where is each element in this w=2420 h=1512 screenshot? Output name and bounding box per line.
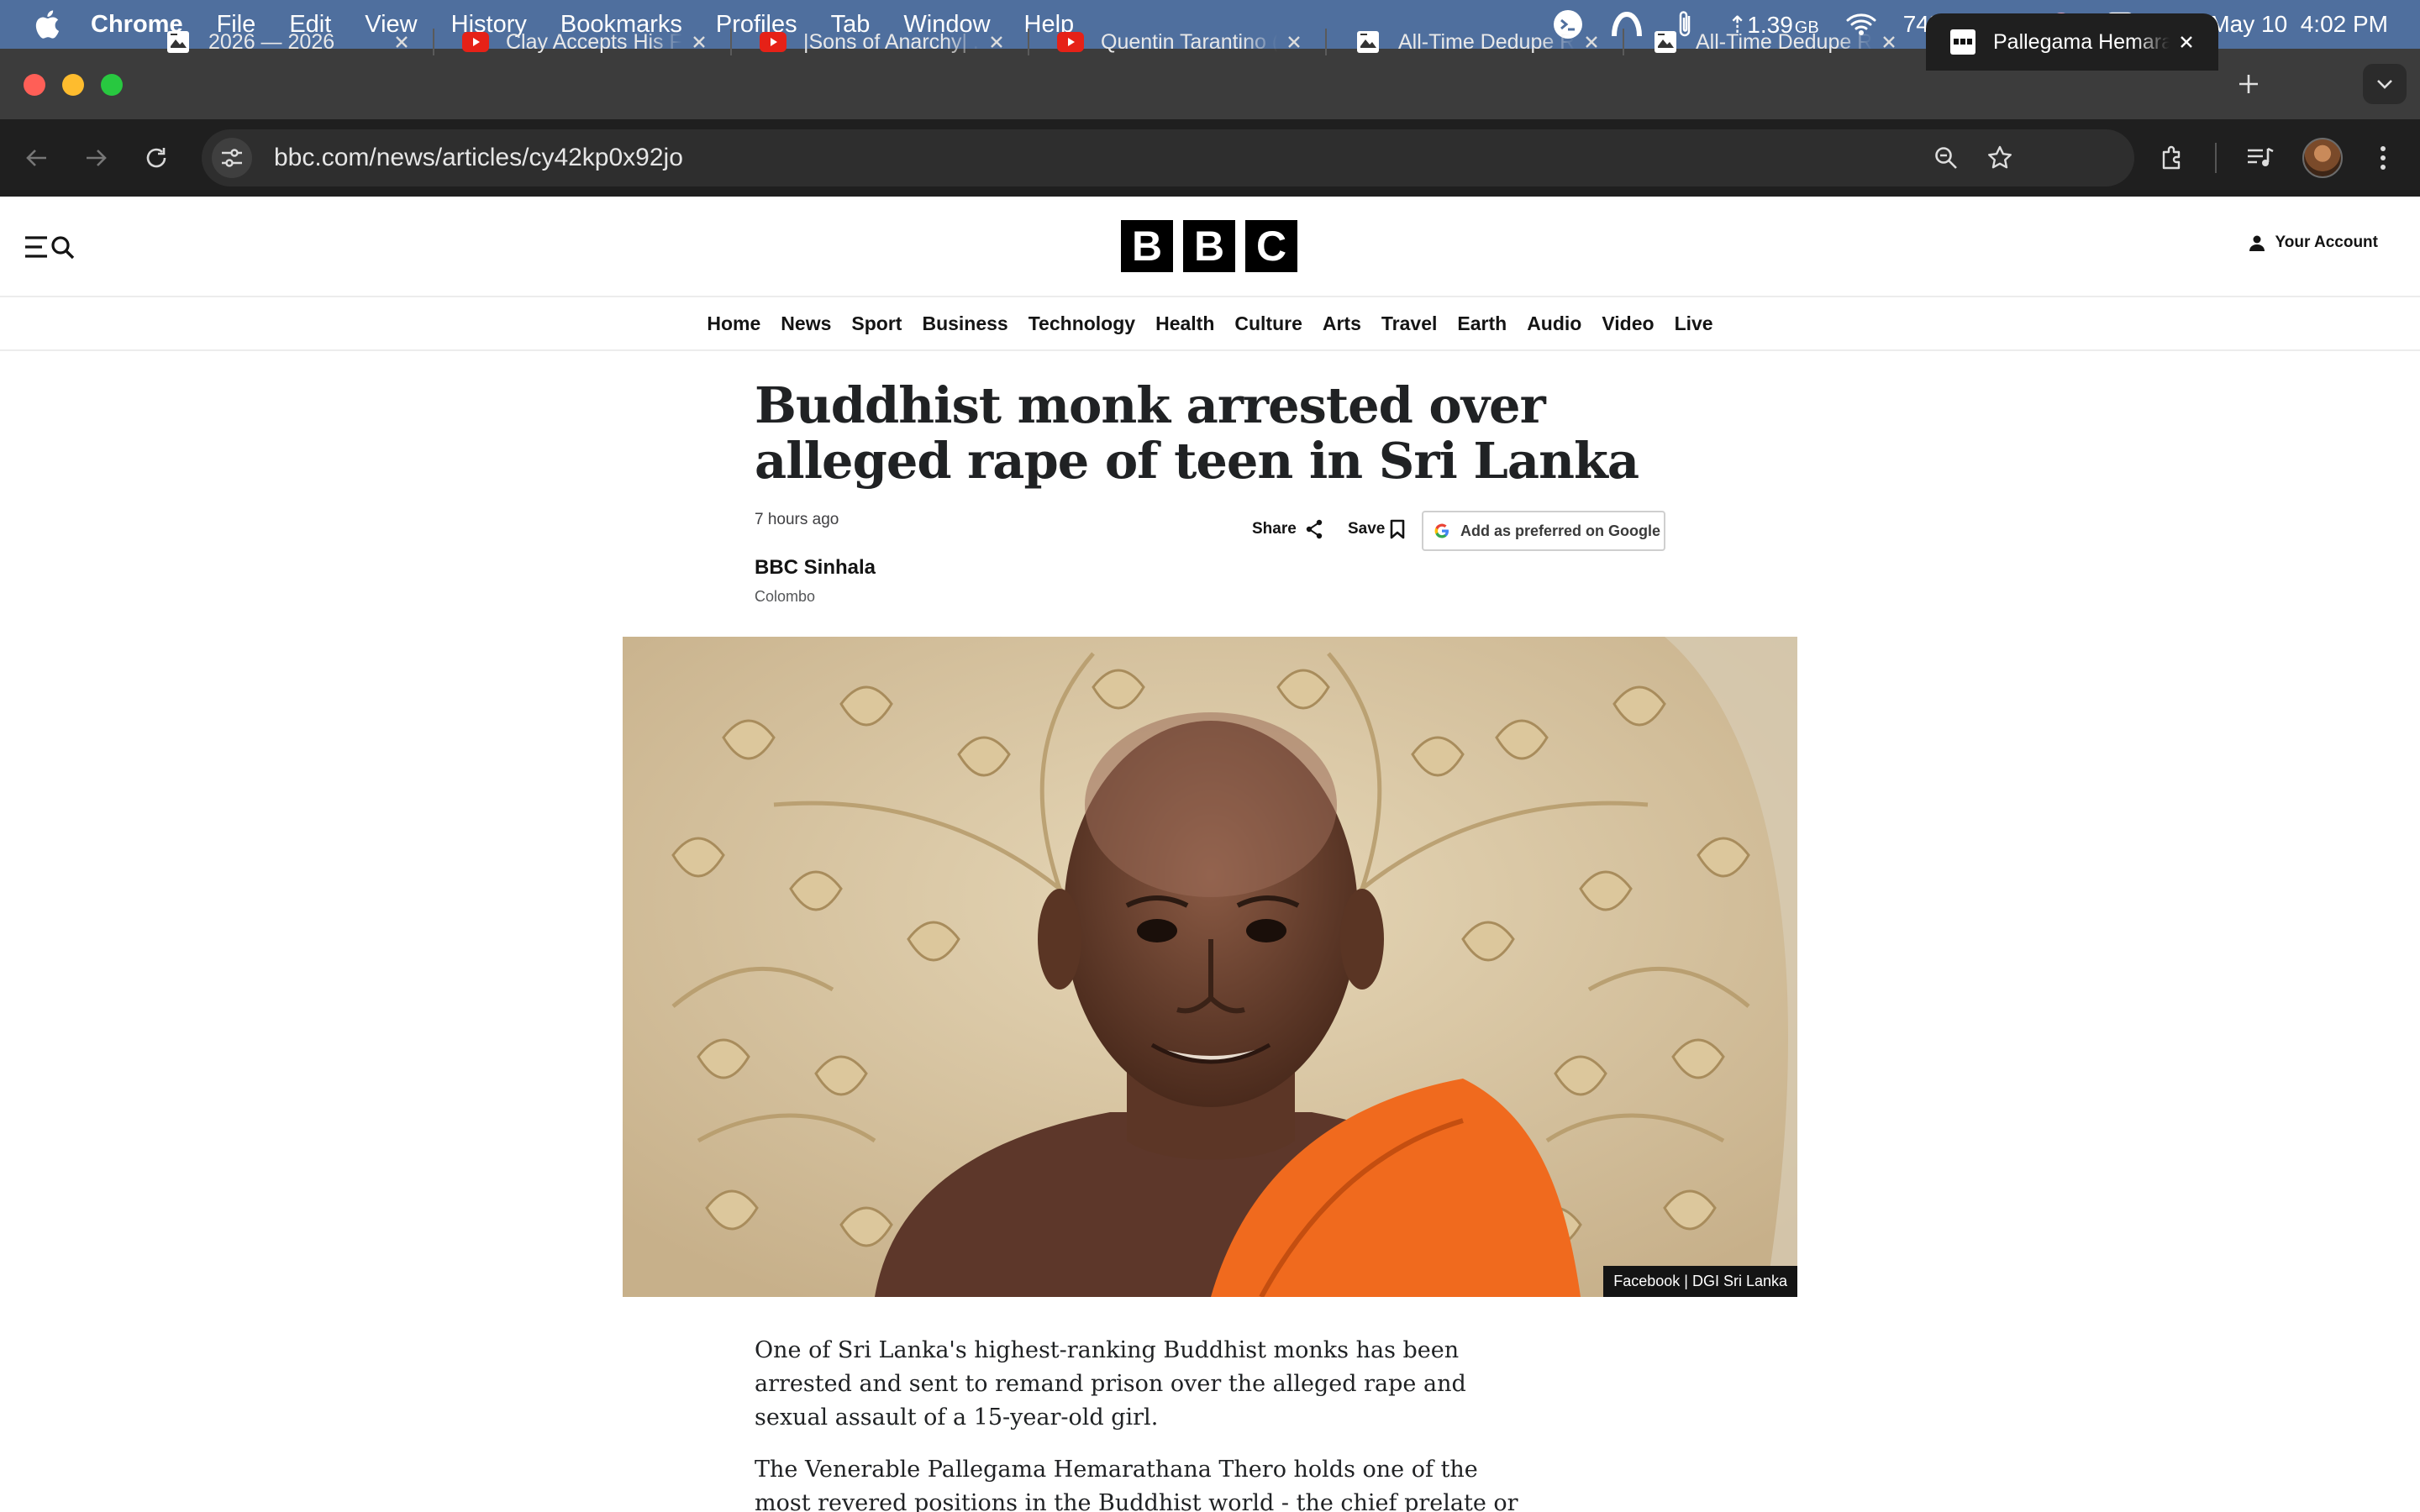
close-tab-icon[interactable] [682, 25, 716, 59]
article-paragraph: One of Sri Lanka's highest-ranking Buddh… [755, 1337, 1466, 1431]
nav-earth[interactable]: Earth [1447, 312, 1517, 335]
close-tab-icon[interactable] [1277, 25, 1311, 59]
nav-arts[interactable]: Arts [1313, 312, 1371, 335]
tab-sons-of-anarchy[interactable]: |Sons of Anarchy| . [736, 13, 1029, 71]
youtube-icon [760, 29, 786, 55]
tab-pallegama-active[interactable]: Pallegama Hemara [1926, 13, 2218, 71]
close-tab-icon[interactable] [1575, 25, 1608, 59]
bbc-header: B B C Your Account [0, 197, 2420, 297]
your-account-link[interactable]: Your Account [2249, 234, 2378, 252]
bbc-logo-letter: B [1183, 220, 1235, 272]
close-tab-icon[interactable] [1872, 25, 1906, 59]
new-tab-button[interactable] [2230, 66, 2267, 102]
tab-title: 2026 — 2026 [208, 29, 335, 54]
tab-title: Pallegama Hemara [1993, 29, 2170, 54]
apple-icon[interactable] [32, 9, 62, 39]
tab-separator [433, 29, 434, 55]
nav-audio[interactable]: Audio [1517, 312, 1591, 335]
tab-separator [1325, 29, 1327, 55]
forward-button[interactable] [76, 138, 116, 178]
nav-business[interactable]: Business [912, 312, 1018, 335]
image-caption: Facebook | DGI Sri Lanka [1603, 1266, 1797, 1297]
toolbar-divider [2215, 143, 2217, 173]
url-text[interactable]: bbc.com/news/articles/cy42kp0x92jo [274, 144, 683, 172]
back-button[interactable] [17, 138, 57, 178]
bookmark-star-icon[interactable] [1980, 138, 2020, 178]
tab-title: All-Time Dedupe R [1696, 29, 1872, 54]
save-label: Save [1348, 520, 1386, 538]
tab-all-time-dedupe-1[interactable]: All-Time Dedupe R [1331, 13, 1624, 71]
site-info-icon[interactable] [212, 138, 252, 178]
article-timestamp: 7 hours ago [755, 511, 839, 528]
zoom-icon[interactable] [1926, 138, 1966, 178]
document-icon [1355, 29, 1381, 55]
youtube-icon [462, 29, 489, 55]
chrome-menu-icon[interactable] [2363, 138, 2403, 178]
reload-button[interactable] [136, 138, 176, 178]
tab-title: Clay Accepts His F [506, 29, 682, 54]
media-controls-icon[interactable] [2240, 138, 2281, 178]
nav-travel[interactable]: Travel [1371, 312, 1448, 335]
save-button[interactable]: Save [1348, 519, 1405, 539]
share-icon [1306, 519, 1323, 539]
document-icon [165, 29, 192, 55]
bbc-logo-letter: B [1121, 220, 1173, 272]
nav-sport[interactable]: Sport [841, 312, 912, 335]
nav-home[interactable]: Home [697, 312, 771, 335]
nav-news[interactable]: News [771, 312, 841, 335]
article-hero-image: Facebook | DGI Sri Lanka [623, 637, 1797, 1297]
bbc-logo-letter: C [1245, 220, 1297, 272]
tab-search-button[interactable] [2363, 64, 2407, 104]
close-tab-icon[interactable] [2170, 25, 2203, 59]
browser-toolbar: bbc.com/news/articles/cy42kp0x92jo [0, 119, 2420, 197]
nav-health[interactable]: Health [1145, 312, 1224, 335]
extensions-icon[interactable] [2153, 138, 2193, 178]
close-tab-icon[interactable] [385, 25, 418, 59]
tab-separator [1028, 29, 1029, 55]
article-paragraph: The Venerable Pallegama Hemarathana Ther… [755, 1457, 1518, 1512]
bbc-icon [1949, 29, 1976, 55]
nav-technology[interactable]: Technology [1018, 312, 1145, 335]
profile-avatar[interactable] [2302, 138, 2343, 178]
menu-search-button[interactable] [24, 228, 81, 265]
nav-culture[interactable]: Culture [1224, 312, 1313, 335]
your-account-label: Your Account [2275, 234, 2378, 251]
window-controls [24, 74, 123, 96]
tab-2026[interactable]: 2026 — 2026 [141, 13, 434, 71]
tab-title: |Sons of Anarchy| . [803, 29, 979, 54]
address-bar[interactable]: bbc.com/news/articles/cy42kp0x92jo [202, 129, 2134, 186]
tab-title: Quentin Tarantino ( [1101, 29, 1277, 54]
web-page: B B C Your Account Home News Sport Busin… [0, 197, 2420, 1512]
user-icon [2249, 235, 2265, 251]
byline-author[interactable]: BBC Sinhala [755, 556, 876, 580]
close-tab-icon[interactable] [980, 25, 1013, 59]
tab-separator [730, 29, 732, 55]
zoom-window-button[interactable] [101, 74, 123, 96]
add-preferred-google-label: Add as preferred on Google [1460, 522, 1661, 539]
nav-video[interactable]: Video [1591, 312, 1664, 335]
tab-quentin-tarantino[interactable]: Quentin Tarantino ( [1034, 13, 1327, 71]
tab-title: All-Time Dedupe R [1398, 29, 1575, 54]
tab-clay-accepts[interactable]: Clay Accepts His F [439, 13, 732, 71]
bbc-primary-nav: Home News Sport Business Technology Heal… [0, 297, 2420, 351]
google-icon [1434, 523, 1449, 538]
article-headline: Buddhist monk arrested over alleged rape… [755, 376, 1639, 490]
tab-separator [1623, 29, 1624, 55]
bookmark-icon [1391, 519, 1405, 539]
close-window-button[interactable] [24, 74, 45, 96]
minimize-window-button[interactable] [62, 74, 84, 96]
tab-all-time-dedupe-2[interactable]: All-Time Dedupe R [1628, 13, 1921, 71]
document-icon [1652, 29, 1679, 55]
share-button[interactable]: Share [1252, 519, 1323, 539]
share-label: Share [1252, 520, 1297, 538]
youtube-icon [1057, 29, 1084, 55]
bbc-logo[interactable]: B B C [1121, 220, 1297, 272]
add-preferred-google-button[interactable]: Add as preferred on Google [1422, 511, 1665, 551]
nav-live[interactable]: Live [1665, 312, 1723, 335]
byline-location: Colombo [755, 588, 816, 605]
screen: Chrome File Edit View History Bookmarks … [0, 0, 2420, 1512]
